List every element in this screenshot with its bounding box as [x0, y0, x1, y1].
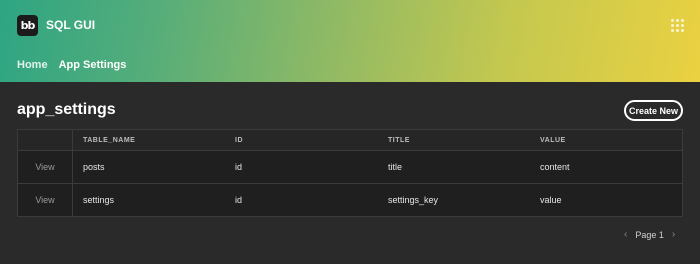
cell-value: content: [540, 162, 570, 172]
cell-title: settings_key: [388, 195, 439, 205]
create-new-button[interactable]: Create New: [624, 100, 683, 121]
row-actions: View: [18, 151, 73, 183]
data-table: TABLE_NAME ID TITLE VALUE View posts id …: [17, 129, 683, 217]
cell-id: id: [235, 195, 243, 205]
column-header-value[interactable]: VALUE: [530, 137, 682, 144]
app-name: SQL GUI: [46, 18, 96, 32]
column-header-table-name[interactable]: TABLE_NAME: [73, 137, 225, 144]
cell-table-name: posts: [83, 162, 105, 172]
page-indicator: Page 1: [635, 229, 664, 240]
view-link[interactable]: View: [35, 195, 54, 205]
app-logo[interactable]: bb: [17, 15, 38, 36]
nav-app-settings[interactable]: App Settings: [59, 59, 127, 71]
cell-id: id: [235, 162, 243, 172]
column-header-title[interactable]: TITLE: [378, 137, 530, 144]
chevron-left-icon[interactable]: ‹: [624, 229, 627, 240]
table-header-row: TABLE_NAME ID TITLE VALUE: [18, 130, 682, 150]
column-header-id[interactable]: ID: [225, 137, 378, 144]
page-title: app_settings: [17, 101, 116, 118]
cell-value: value: [540, 195, 562, 205]
app-grid-icon[interactable]: [670, 18, 684, 32]
app-header: bb SQL GUI Home App Settings: [0, 0, 700, 82]
table-row[interactable]: View settings id settings_key value: [18, 183, 682, 216]
table-row[interactable]: View posts id title content: [18, 150, 682, 183]
cell-table-name: settings: [83, 195, 115, 205]
pagination: ‹ Page 1 ›: [624, 229, 675, 240]
nav-home[interactable]: Home: [17, 59, 48, 71]
view-link[interactable]: View: [35, 162, 54, 172]
row-actions: View: [18, 184, 73, 216]
chevron-right-icon[interactable]: ›: [672, 229, 675, 240]
top-nav: Home App Settings: [17, 59, 126, 71]
column-header-actions: [18, 130, 73, 150]
cell-title: title: [388, 162, 403, 172]
